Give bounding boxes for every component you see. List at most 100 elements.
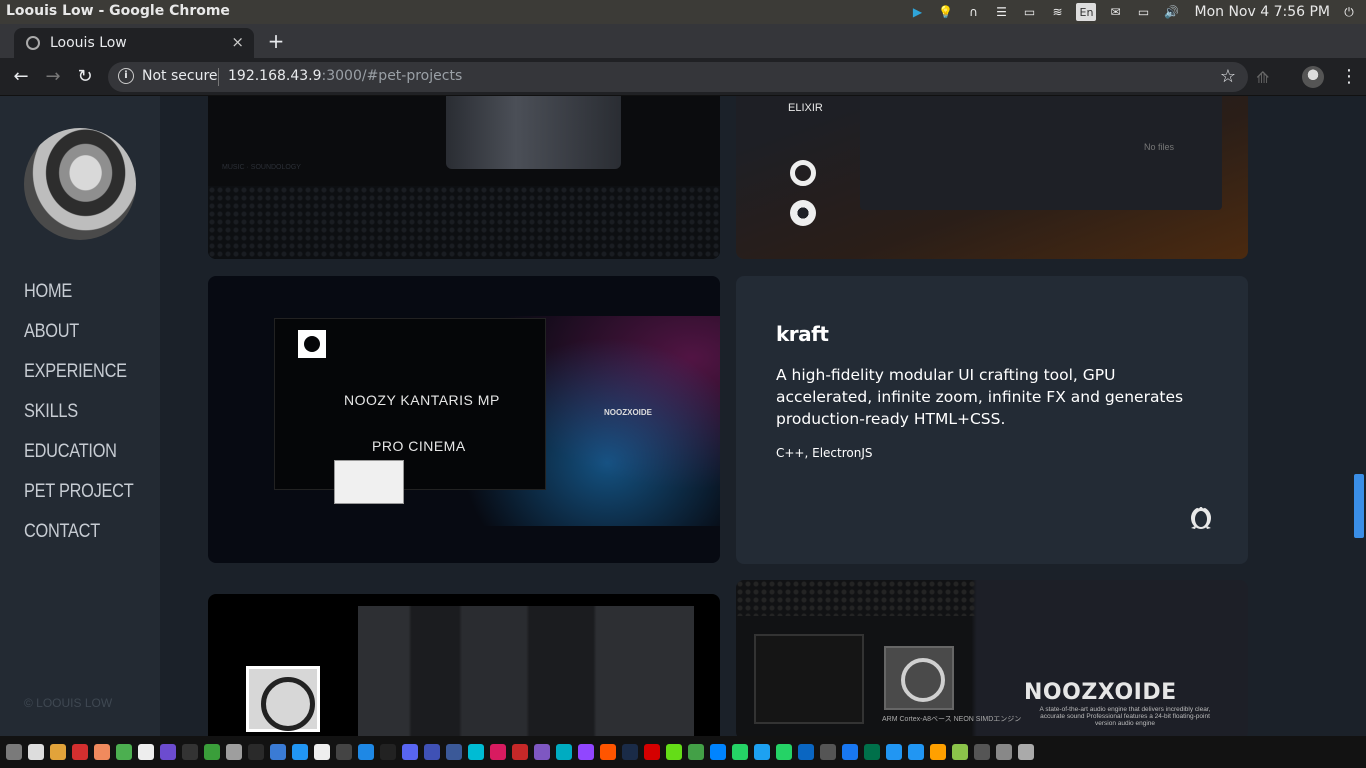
dock-app-icon[interactable] bbox=[996, 744, 1012, 760]
sidebar: HOME ABOUT EXPERIENCE SKILLS EDUCATION P… bbox=[0, 96, 160, 736]
dock-app-icon[interactable] bbox=[402, 744, 418, 760]
media-play-icon[interactable]: ▶ bbox=[908, 3, 926, 21]
dock-app-icon[interactable] bbox=[930, 744, 946, 760]
project-card-line-out[interactable] bbox=[208, 594, 720, 736]
project-card-elixir[interactable]: ELIXIR No files bbox=[736, 96, 1248, 259]
dock-app-icon[interactable] bbox=[556, 744, 572, 760]
dock-app-icon[interactable] bbox=[138, 744, 154, 760]
dock-app-icon[interactable] bbox=[50, 744, 66, 760]
dock-app-icon[interactable] bbox=[358, 744, 374, 760]
new-tab-button[interactable]: + bbox=[266, 27, 286, 55]
headphone-icon[interactable]: ∩ bbox=[964, 3, 982, 21]
dock-app-icon[interactable] bbox=[270, 744, 286, 760]
dock-app-icon[interactable] bbox=[732, 744, 748, 760]
circuit-board-image bbox=[754, 634, 864, 724]
phones-screenshot bbox=[358, 606, 694, 736]
project-card-music[interactable]: MUSIC · SOUNDOLOGY bbox=[208, 96, 720, 259]
extension-icon[interactable]: ⟰ bbox=[1256, 68, 1269, 87]
dock-app-icon[interactable] bbox=[248, 744, 264, 760]
dock-app-icon[interactable] bbox=[490, 744, 506, 760]
dock-app-icon[interactable] bbox=[116, 744, 132, 760]
volume-icon[interactable]: 🔊 bbox=[1162, 3, 1180, 21]
nav-pet-project[interactable]: PET PROJECT bbox=[24, 480, 134, 520]
dock-app-icon[interactable] bbox=[226, 744, 242, 760]
power-icon[interactable]: ⏻ bbox=[1340, 3, 1358, 21]
nav-contact[interactable]: CONTACT bbox=[24, 520, 133, 560]
url-text[interactable]: 192.168.43.9:3000/#pet-projects bbox=[228, 68, 462, 84]
dock-app-icon[interactable] bbox=[908, 744, 924, 760]
dock-app-icon[interactable] bbox=[864, 744, 880, 760]
dock-app-icon[interactable] bbox=[446, 744, 462, 760]
dock-app-icon[interactable] bbox=[688, 744, 704, 760]
back-icon[interactable]: ← bbox=[8, 64, 34, 90]
dock-app-icon[interactable] bbox=[72, 744, 88, 760]
dock-app-icon[interactable] bbox=[534, 744, 550, 760]
dock-app-icon[interactable] bbox=[512, 744, 528, 760]
dock-app-icon[interactable] bbox=[160, 744, 176, 760]
dock-app-icon[interactable] bbox=[94, 744, 110, 760]
security-label[interactable]: Not secure bbox=[142, 68, 218, 84]
dock-app-icon[interactable] bbox=[6, 744, 22, 760]
dock-app-icon[interactable] bbox=[776, 744, 792, 760]
dock-app-icon[interactable] bbox=[710, 744, 726, 760]
clipboard-icon[interactable]: ▭ bbox=[1020, 3, 1038, 21]
noozy-brand: NOOZXOIDE bbox=[604, 408, 653, 417]
battery-icon[interactable]: ▭ bbox=[1134, 3, 1152, 21]
dock-app-icon[interactable] bbox=[468, 744, 484, 760]
dock-app-icon[interactable] bbox=[182, 744, 198, 760]
dock-app-icon[interactable] bbox=[204, 744, 220, 760]
bulb-icon[interactable]: 💡 bbox=[936, 3, 954, 21]
dock-app-icon[interactable] bbox=[622, 744, 638, 760]
dock-app-icon[interactable] bbox=[336, 744, 352, 760]
chip-logo bbox=[884, 646, 954, 710]
address-bar[interactable]: i Not secure 192.168.43.9:3000/#pet-proj… bbox=[108, 62, 1248, 92]
dock-app-icon[interactable] bbox=[644, 744, 660, 760]
nav-home[interactable]: HOME bbox=[24, 280, 133, 320]
dock-app-icon[interactable] bbox=[314, 744, 330, 760]
dock-app-icon[interactable] bbox=[952, 744, 968, 760]
nav-education[interactable]: EDUCATION bbox=[24, 440, 133, 480]
browser-toolbar: ← → ↻ i Not secure 192.168.43.9:3000/#pe… bbox=[0, 58, 1366, 96]
notes-icon[interactable]: ☰ bbox=[992, 3, 1010, 21]
noozy-subtitle: PRO CINEMA bbox=[372, 438, 466, 454]
scrollbar-thumb[interactable] bbox=[1354, 474, 1364, 538]
dock-app-icon[interactable] bbox=[974, 744, 990, 760]
clock[interactable]: Mon Nov 4 7:56 PM bbox=[1194, 4, 1330, 20]
dock-app-icon[interactable] bbox=[380, 744, 396, 760]
hex-pattern bbox=[736, 580, 976, 616]
noozxoide-brand: NOOZXOIDE bbox=[1024, 680, 1177, 705]
elixir-app-screenshot bbox=[860, 96, 1222, 210]
dock-app-icon[interactable] bbox=[754, 744, 770, 760]
dock-app-icon[interactable] bbox=[578, 744, 594, 760]
profile-avatar[interactable] bbox=[1302, 66, 1324, 88]
nav-about[interactable]: ABOUT bbox=[24, 320, 133, 360]
bookmark-star-icon[interactable]: ☆ bbox=[1220, 66, 1236, 87]
project-card-noozxoide[interactable]: ARM Cortex-A8ベース NEON SIMDエンジン NOOZXOIDE… bbox=[736, 580, 1248, 736]
nav-skills[interactable]: SKILLS bbox=[24, 400, 133, 440]
project-card-noozy-kantaris[interactable]: NOOZY KANTARIS MP PRO CINEMA NOOZXOIDE bbox=[208, 276, 720, 563]
info-icon[interactable]: i bbox=[118, 68, 134, 84]
dock-app-icon[interactable] bbox=[600, 744, 616, 760]
dock-app-icon[interactable] bbox=[842, 744, 858, 760]
dock-app-icon[interactable] bbox=[886, 744, 902, 760]
dock-app-icon[interactable] bbox=[424, 744, 440, 760]
dock-app-icon[interactable] bbox=[798, 744, 814, 760]
nav-experience[interactable]: EXPERIENCE bbox=[24, 360, 133, 400]
hex-pattern bbox=[208, 186, 720, 259]
wifi-icon[interactable]: ≋ bbox=[1048, 3, 1066, 21]
dock-app-icon[interactable] bbox=[666, 744, 682, 760]
browser-tab[interactable]: Loouis Low × bbox=[14, 28, 254, 58]
close-tab-icon[interactable]: × bbox=[231, 33, 244, 51]
chip-label: ARM Cortex-A8ベース NEON SIMDエンジン bbox=[882, 716, 1022, 723]
menu-kebab-icon[interactable]: ⋮ bbox=[1340, 64, 1358, 90]
forward-icon[interactable]: → bbox=[40, 64, 66, 90]
mail-icon[interactable]: ✉ bbox=[1106, 3, 1124, 21]
page-content: HOME ABOUT EXPERIENCE SKILLS EDUCATION P… bbox=[0, 96, 1366, 736]
project-card-kraft[interactable]: kraft A high-fidelity modular UI craftin… bbox=[736, 276, 1248, 564]
reload-icon[interactable]: ↻ bbox=[72, 64, 98, 90]
dock-app-icon[interactable] bbox=[1018, 744, 1034, 760]
language-indicator[interactable]: En bbox=[1076, 3, 1097, 21]
dock-app-icon[interactable] bbox=[28, 744, 44, 760]
dock-app-icon[interactable] bbox=[292, 744, 308, 760]
dock-app-icon[interactable] bbox=[820, 744, 836, 760]
